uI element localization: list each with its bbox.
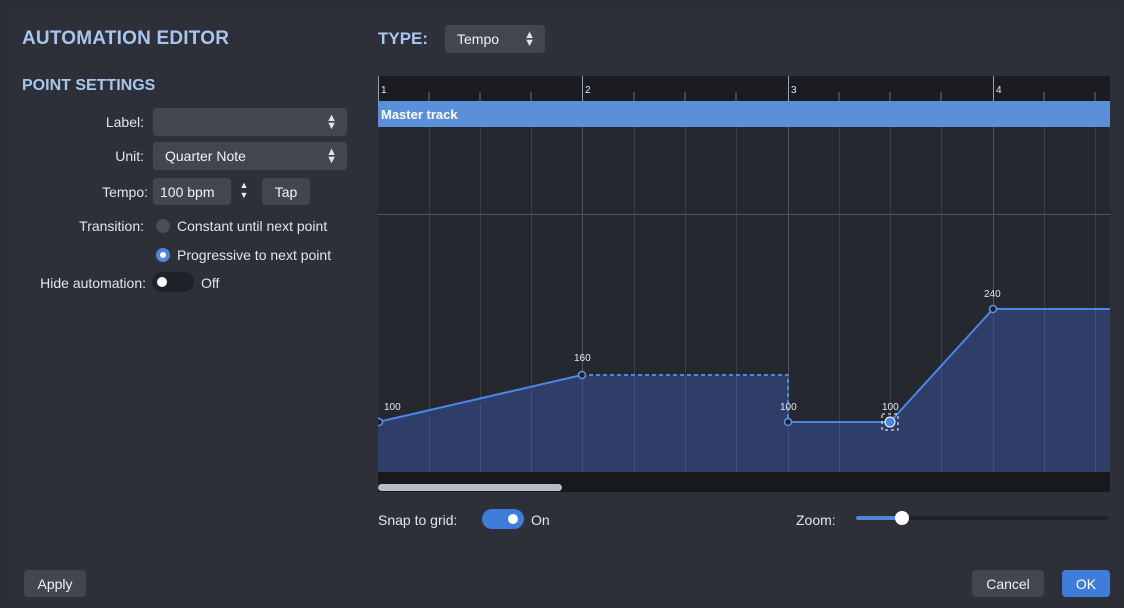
automation-graph[interactable]: 1 2 3 4 Master track 100 160 100 100 240 — [378, 76, 1110, 492]
point-value-label: 160 — [574, 353, 591, 364]
snap-to-grid-label: Snap to grid: — [378, 512, 458, 528]
hide-automation-toggle[interactable] — [152, 272, 194, 292]
snap-to-grid-toggle[interactable] — [482, 509, 524, 529]
transition-label: Transition: — [79, 218, 144, 234]
chevron-updown-icon: ▲ ▼ — [524, 29, 535, 49]
point-value-label: 100 — [780, 402, 797, 413]
selected-automation-point[interactable] — [884, 416, 896, 428]
chevron-updown-icon: ▲ ▼ — [326, 112, 337, 132]
automation-point[interactable] — [783, 417, 793, 427]
ok-button[interactable]: OK — [1062, 570, 1110, 597]
zoom-slider-knob[interactable] — [895, 511, 909, 525]
type-select[interactable]: Tempo ▲ ▼ — [445, 25, 545, 53]
unit-field-label: Unit: — [115, 148, 144, 164]
ruler-bar-1: 1 — [381, 85, 387, 96]
toggle-knob — [157, 277, 167, 287]
tempo-field-label: Tempo: — [102, 184, 148, 200]
cancel-button[interactable]: Cancel — [972, 570, 1044, 597]
tap-button[interactable]: Tap — [262, 178, 310, 205]
tempo-input-value: 100 bpm — [160, 183, 215, 200]
scrollbar-thumb[interactable] — [378, 484, 562, 491]
zoom-label: Zoom: — [796, 512, 836, 528]
automation-point[interactable] — [577, 370, 587, 380]
radio-constant[interactable] — [156, 219, 170, 233]
radio-progressive-label[interactable]: Progressive to next point — [177, 247, 331, 263]
automation-point[interactable] — [378, 417, 384, 427]
master-track-header[interactable] — [378, 101, 1110, 127]
automation-editor-area[interactable]: 1 2 3 4 Master track 100 160 100 100 240 — [378, 76, 1110, 492]
ruler-bar-3: 3 — [791, 85, 797, 96]
ruler-bar-4: 4 — [996, 85, 1002, 96]
snap-to-grid-state: On — [531, 512, 550, 528]
unit-select[interactable]: Quarter Note ▲ ▼ — [153, 142, 347, 170]
apply-button[interactable]: Apply — [24, 570, 86, 597]
type-select-value: Tempo — [457, 31, 500, 47]
point-value-label: 100 — [384, 402, 401, 413]
stepper-down-icon[interactable]: ▼ — [240, 190, 249, 200]
point-settings-heading: POINT SETTINGS — [22, 77, 156, 94]
point-value-label: 100 — [882, 402, 899, 413]
window-title: AUTOMATION EDITOR — [22, 28, 230, 49]
label-field-label: Label: — [105, 114, 144, 130]
chevron-updown-icon: ▲ ▼ — [326, 146, 337, 166]
tempo-input[interactable]: 100 bpm — [153, 178, 231, 205]
hide-automation-label: Hide automation: — [40, 275, 146, 291]
type-label: TYPE: — [378, 29, 429, 48]
hide-automation-state: Off — [201, 275, 220, 291]
toggle-knob — [508, 514, 518, 524]
unit-select-value: Quarter Note — [165, 148, 246, 164]
stepper-up-icon[interactable]: ▲ — [240, 180, 249, 190]
track-name: Master track — [381, 107, 458, 122]
label-select[interactable]: ▲ ▼ — [153, 108, 347, 136]
automation-point[interactable] — [988, 304, 998, 314]
radio-constant-label[interactable]: Constant until next point — [177, 218, 327, 234]
point-value-label: 240 — [984, 289, 1001, 300]
tempo-stepper[interactable]: ▲ ▼ — [234, 180, 254, 200]
radio-progressive[interactable] — [156, 248, 170, 262]
ruler-bar-2: 2 — [585, 85, 591, 96]
